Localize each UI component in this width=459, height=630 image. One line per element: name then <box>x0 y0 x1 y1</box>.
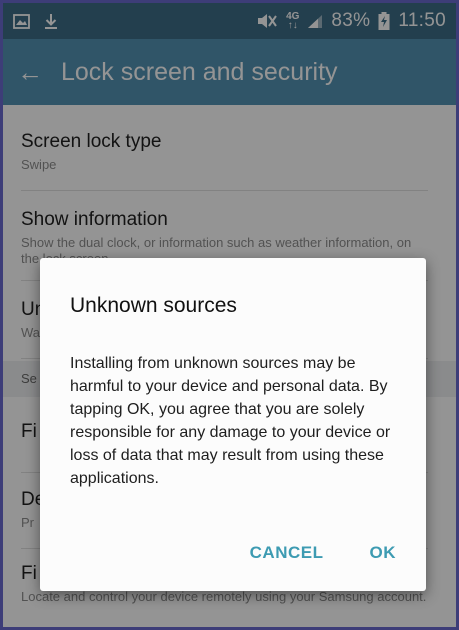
dialog-title: Unknown sources <box>70 294 237 317</box>
screen: 4G ↑↓ 83% 11:50 ← Lock screen and securi… <box>3 3 456 627</box>
cancel-button[interactable]: CANCEL <box>250 543 324 563</box>
ok-button[interactable]: OK <box>370 543 397 563</box>
dialog-message: Installing from unknown sources may be h… <box>70 355 391 487</box>
dialog-actions: CANCEL OK <box>250 543 396 563</box>
unknown-sources-dialog: Unknown sources Installing from unknown … <box>40 258 426 591</box>
